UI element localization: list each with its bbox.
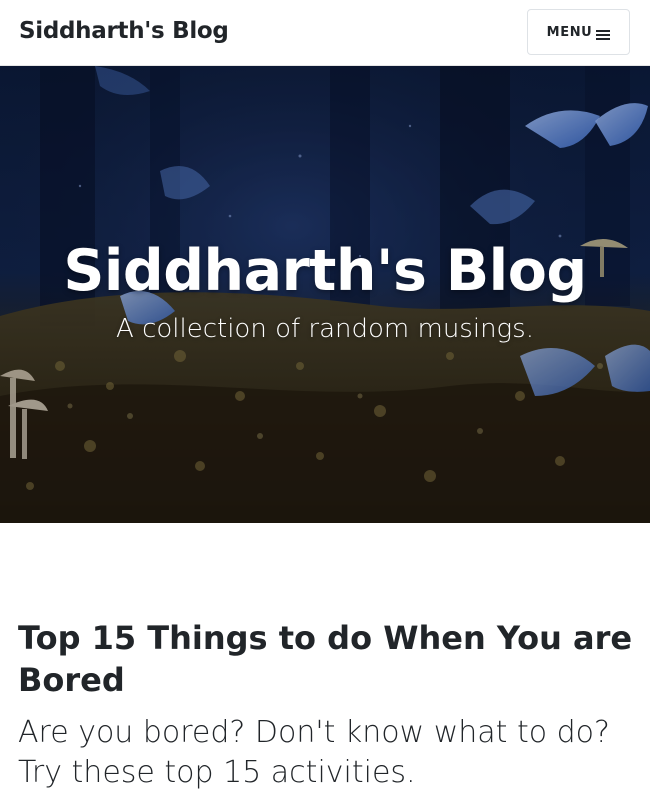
menu-button-label: MENU	[546, 24, 593, 40]
post-subtitle[interactable]: Are you bored? Don't know what to do? Tr…	[18, 713, 633, 793]
navbar: Siddharth's Blog MENU	[0, 0, 650, 66]
bars-icon	[596, 26, 611, 40]
post-title-link[interactable]: Top 15 Things to do When You are Bored	[18, 617, 633, 701]
hero-header: Siddharth's Blog A collection of random …	[0, 66, 650, 523]
hero-title: Siddharth's Blog	[63, 238, 587, 304]
site-brand-link[interactable]: Siddharth's Blog	[19, 18, 229, 44]
menu-button[interactable]: MENU	[527, 9, 630, 55]
hero-subtitle: A collection of random musings.	[116, 314, 534, 344]
